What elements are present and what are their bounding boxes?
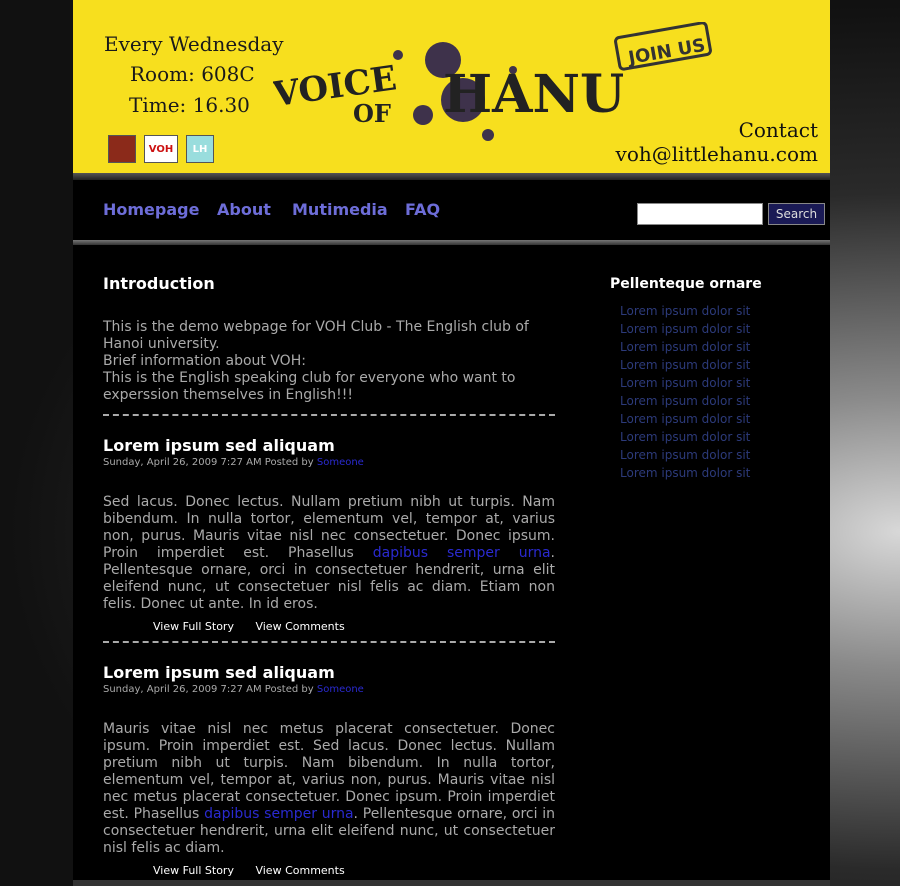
search-button[interactable]: Search bbox=[768, 203, 825, 225]
sidebar-link[interactable]: Lorem ipsum dolor sit bbox=[620, 376, 810, 394]
sidebar-link[interactable]: Lorem ipsum dolor sit bbox=[620, 358, 810, 376]
header-banner: Every Wednesday Room: 608C Time: 16.30 V… bbox=[73, 0, 830, 173]
contact-block: Contact voh@littlehanu.com bbox=[616, 118, 818, 166]
post-link[interactable]: dapibus semper urna bbox=[373, 545, 551, 561]
view-comments-link[interactable]: View Comments bbox=[255, 620, 344, 633]
nav-multimedia[interactable]: Mutimedia bbox=[292, 200, 388, 219]
sidebar-link[interactable]: Lorem ipsum dolor sit bbox=[620, 304, 810, 322]
svg-text:OF: OF bbox=[353, 99, 391, 128]
view-full-story-link[interactable]: View Full Story bbox=[153, 864, 234, 877]
post-link[interactable]: dapibus semper urna bbox=[204, 806, 353, 822]
sidebar-link[interactable]: Lorem ipsum dolor sit bbox=[620, 394, 810, 412]
sidebar: Pellenteque ornare Lorem ipsum dolor sit… bbox=[610, 276, 810, 484]
sidebar-link[interactable]: Lorem ipsum dolor sit bbox=[620, 448, 810, 466]
intro-section: Introduction This is the demo webpage fo… bbox=[103, 274, 555, 404]
voh-logo-icon: VOH bbox=[144, 135, 178, 163]
post-author-link[interactable]: Someone bbox=[317, 684, 364, 695]
view-full-story-link[interactable]: View Full Story bbox=[153, 620, 234, 633]
partner-logos: VOH LH bbox=[108, 135, 214, 163]
post-title[interactable]: Lorem ipsum sed aliquam bbox=[103, 663, 555, 682]
svg-text:HANU: HANU bbox=[443, 64, 623, 125]
voice-of-hanu-logo: VOICE OF HANU bbox=[273, 42, 623, 141]
post-body: Mauris vitae nisl nec metus placerat con… bbox=[103, 721, 555, 856]
post-actions: View Full Story View Comments bbox=[153, 620, 555, 633]
sidebar-link[interactable]: Lorem ipsum dolor sit bbox=[620, 412, 810, 430]
banner-room: Room: 608C bbox=[130, 62, 255, 86]
footer-edge bbox=[73, 880, 830, 886]
contact-label: Contact bbox=[738, 118, 818, 142]
blog-post: Lorem ipsum sed aliquam Sunday, April 26… bbox=[103, 643, 555, 877]
header-divider bbox=[73, 173, 830, 180]
intro-title: Introduction bbox=[103, 274, 215, 293]
post-title[interactable]: Lorem ipsum sed aliquam bbox=[103, 436, 555, 455]
sidebar-link[interactable]: Lorem ipsum dolor sit bbox=[620, 430, 810, 448]
post-body: Sed lacus. Donec lectus. Nullam pretium … bbox=[103, 494, 555, 612]
search-input[interactable] bbox=[637, 203, 763, 225]
sidebar-link[interactable]: Lorem ipsum dolor sit bbox=[620, 466, 810, 484]
main-nav: Homepage About Mutimedia FAQ Search bbox=[73, 180, 830, 240]
contact-email[interactable]: voh@littlehanu.com bbox=[616, 142, 818, 166]
post-author-link[interactable]: Someone bbox=[317, 457, 364, 468]
page-wrapper: Every Wednesday Room: 608C Time: 16.30 V… bbox=[73, 0, 830, 886]
banner-day: Every Wednesday bbox=[104, 32, 284, 56]
join-us-stamp[interactable]: JOIN US bbox=[613, 21, 718, 74]
intro-text: This is the demo webpage for VOH Club - … bbox=[103, 319, 529, 403]
banner-time: Time: 16.30 bbox=[129, 93, 250, 117]
nav-faq[interactable]: FAQ bbox=[405, 200, 440, 219]
nav-homepage[interactable]: Homepage bbox=[103, 200, 199, 219]
post-meta: Sunday, April 26, 2009 7:27 AM Posted by… bbox=[103, 684, 364, 695]
sidebar-link[interactable]: Lorem ipsum dolor sit bbox=[620, 340, 810, 358]
hanoi-university-logo-icon bbox=[108, 135, 136, 163]
sidebar-title: Pellenteque ornare bbox=[610, 276, 762, 292]
main-content: Introduction This is the demo webpage fo… bbox=[103, 270, 555, 877]
nav-divider bbox=[73, 240, 830, 245]
svg-text:JOIN US: JOIN US bbox=[625, 35, 707, 70]
sidebar-list: Lorem ipsum dolor sit Lorem ipsum dolor … bbox=[610, 304, 810, 484]
sidebar-link[interactable]: Lorem ipsum dolor sit bbox=[620, 322, 810, 340]
post-meta: Sunday, April 26, 2009 7:27 AM Posted by… bbox=[103, 457, 364, 468]
post-actions: View Full Story View Comments bbox=[153, 864, 555, 877]
blog-post: Lorem ipsum sed aliquam Sunday, April 26… bbox=[103, 416, 555, 633]
lh-logo-icon: LH bbox=[186, 135, 214, 163]
view-comments-link[interactable]: View Comments bbox=[255, 864, 344, 877]
nav-about[interactable]: About bbox=[217, 200, 271, 219]
